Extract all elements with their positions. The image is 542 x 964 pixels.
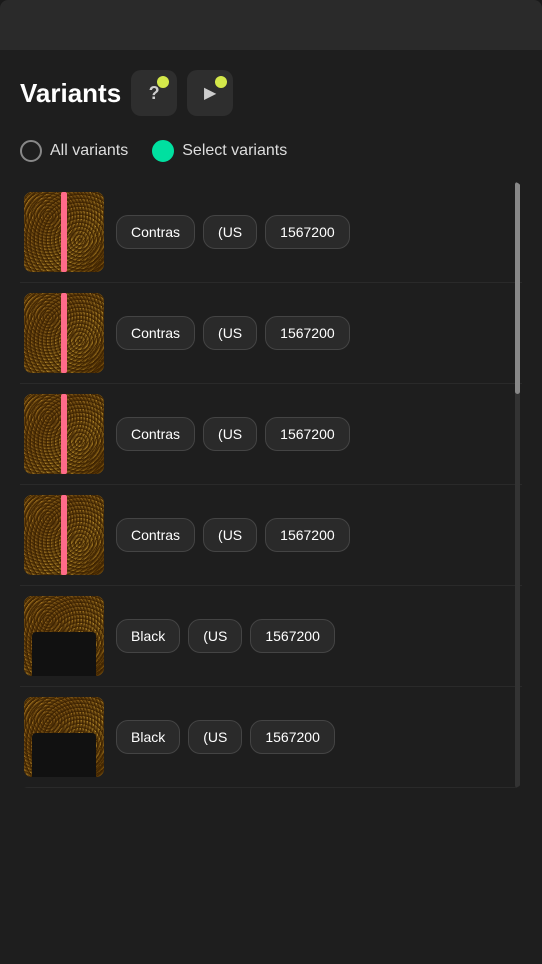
table-row: Black (US 1567200 [20,586,522,687]
all-variants-radio[interactable] [20,140,42,162]
black-coat-overlay [32,632,96,676]
variant-tags: Contras (US 1567200 [116,215,518,249]
variant-tag-size[interactable]: (US [203,316,257,350]
variant-image [24,293,104,373]
scrollbar[interactable] [515,182,520,788]
top-bar [0,0,542,50]
variant-tags: Contras (US 1567200 [116,518,518,552]
black-coat-overlay [32,733,96,777]
variant-tag-size[interactable]: (US [203,518,257,552]
variants-list-container: Contras (US 1567200 Contras (US 1567200 [20,182,522,788]
variant-tag-sku[interactable]: 1567200 [265,518,350,552]
variant-tag-color[interactable]: Contras [116,518,195,552]
table-row: Contras (US 1567200 [20,384,522,485]
variant-tag-sku[interactable]: 1567200 [250,720,335,754]
variants-section: Variants ? ▶ All variants Select variant… [0,50,542,964]
variant-tag-size[interactable]: (US [188,619,242,653]
play-icon: ▶ [204,83,216,103]
help-dot-indicator [157,76,169,88]
variant-tag-color[interactable]: Black [116,619,180,653]
variants-list: Contras (US 1567200 Contras (US 1567200 [20,182,522,788]
table-row: Contras (US 1567200 [20,485,522,586]
play-dot-indicator [215,76,227,88]
variant-filter-group: All variants Select variants [20,140,522,162]
variant-tags: Contras (US 1567200 [116,417,518,451]
help-button[interactable]: ? [131,70,177,116]
variant-tag-sku[interactable]: 1567200 [250,619,335,653]
table-row: Contras (US 1567200 [20,283,522,384]
select-variants-label: Select variants [182,142,287,160]
all-variants-label: All variants [50,142,128,160]
variant-image [24,697,104,777]
variant-image [24,596,104,676]
variant-tags: Black (US 1567200 [116,720,518,754]
play-button[interactable]: ▶ [187,70,233,116]
variant-tag-color[interactable]: Contras [116,417,195,451]
variant-tag-sku[interactable]: 1567200 [265,215,350,249]
variant-image [24,192,104,272]
variant-image [24,394,104,474]
select-variants-radio[interactable] [152,140,174,162]
variant-tag-color[interactable]: Contras [116,316,195,350]
scrollbar-thumb[interactable] [515,182,520,394]
variant-tag-size[interactable]: (US [203,215,257,249]
table-row: Contras (US 1567200 [20,182,522,283]
select-variants-option[interactable]: Select variants [152,140,287,162]
variant-tags: Contras (US 1567200 [116,316,518,350]
variant-image [24,495,104,575]
variant-tag-color[interactable]: Black [116,720,180,754]
variant-tag-sku[interactable]: 1567200 [265,316,350,350]
variant-tags: Black (US 1567200 [116,619,518,653]
variant-tag-color[interactable]: Contras [116,215,195,249]
page-title: Variants [20,78,121,109]
variants-header: Variants ? ▶ [20,70,522,116]
variant-tag-size[interactable]: (US [188,720,242,754]
all-variants-option[interactable]: All variants [20,140,128,162]
table-row: Black (US 1567200 [20,687,522,788]
variant-tag-sku[interactable]: 1567200 [265,417,350,451]
variant-tag-size[interactable]: (US [203,417,257,451]
